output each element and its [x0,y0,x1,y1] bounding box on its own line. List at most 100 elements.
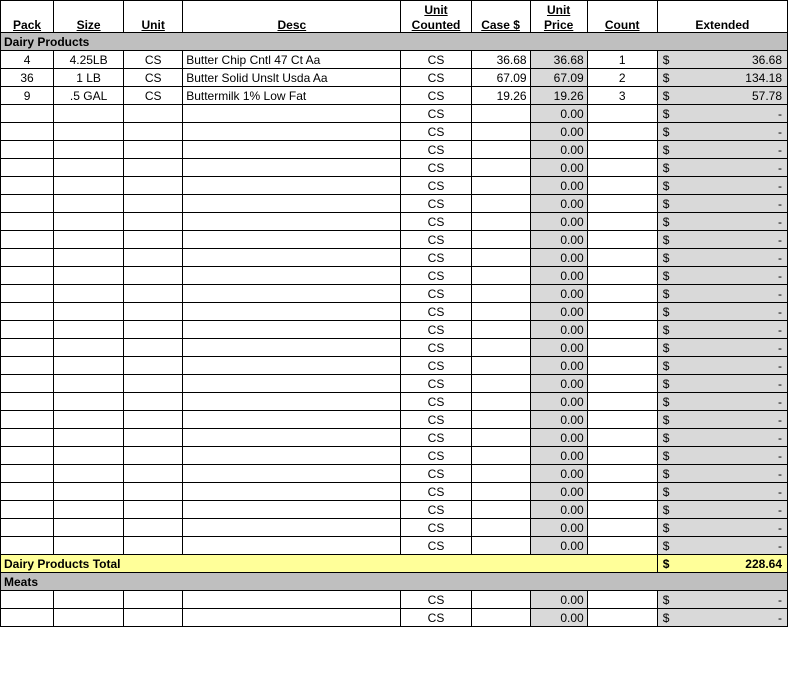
cell-count[interactable] [587,519,657,537]
cell-size[interactable] [54,285,124,303]
cell-pack[interactable] [1,105,54,123]
table-row[interactable]: 44.25LBCSButter Chip Cntl 47 Ct AaCS36.6… [1,51,788,69]
cell-desc[interactable] [183,285,401,303]
cell-pack[interactable] [1,429,54,447]
cell-count[interactable] [587,321,657,339]
cell-case[interactable] [471,105,530,123]
cell-unit[interactable] [124,591,183,609]
cell-size[interactable]: 4.25LB [54,51,124,69]
cell-case[interactable] [471,609,530,627]
cell-count[interactable] [587,177,657,195]
cell-unit[interactable] [124,339,183,357]
cell-desc[interactable]: Butter Chip Cntl 47 Ct Aa [183,51,401,69]
cell-case[interactable] [471,321,530,339]
cell-unit[interactable] [124,609,183,627]
cell-unit[interactable]: CS [124,87,183,105]
cell-desc[interactable] [183,393,401,411]
cell-unit-counted[interactable]: CS [401,231,471,249]
cell-desc[interactable] [183,339,401,357]
cell-pack[interactable] [1,231,54,249]
cell-unit-counted[interactable]: CS [401,609,471,627]
cell-case[interactable]: 19.26 [471,87,530,105]
cell-case[interactable] [471,195,530,213]
table-row[interactable]: CS0.00$- [1,447,788,465]
cell-desc[interactable] [183,231,401,249]
cell-desc[interactable] [183,375,401,393]
cell-pack[interactable] [1,519,54,537]
cell-unit[interactable] [124,213,183,231]
cell-unit-counted[interactable]: CS [401,591,471,609]
cell-pack[interactable] [1,501,54,519]
cell-size[interactable] [54,411,124,429]
cell-pack[interactable] [1,447,54,465]
cell-unit-counted[interactable]: CS [401,51,471,69]
cell-size[interactable] [54,393,124,411]
cell-pack[interactable] [1,465,54,483]
cell-desc[interactable] [183,609,401,627]
cell-count[interactable] [587,375,657,393]
cell-count[interactable] [587,285,657,303]
cell-unit[interactable]: CS [124,51,183,69]
cell-pack[interactable] [1,339,54,357]
cell-size[interactable] [54,177,124,195]
cell-size[interactable] [54,537,124,555]
cell-size[interactable] [54,447,124,465]
cell-pack[interactable] [1,267,54,285]
cell-unit-counted[interactable]: CS [401,411,471,429]
table-row[interactable]: CS0.00$- [1,213,788,231]
cell-pack[interactable] [1,591,54,609]
table-row[interactable]: CS0.00$- [1,267,788,285]
cell-desc[interactable] [183,321,401,339]
cell-unit[interactable] [124,519,183,537]
cell-case[interactable] [471,501,530,519]
cell-pack[interactable] [1,393,54,411]
cell-pack[interactable]: 9 [1,87,54,105]
cell-count[interactable] [587,447,657,465]
cell-count[interactable] [587,483,657,501]
table-row[interactable]: CS0.00$- [1,591,788,609]
cell-unit[interactable] [124,123,183,141]
table-row[interactable]: CS0.00$- [1,285,788,303]
cell-count[interactable] [587,609,657,627]
cell-size[interactable] [54,141,124,159]
cell-case[interactable] [471,375,530,393]
cell-count[interactable]: 3 [587,87,657,105]
cell-case[interactable] [471,123,530,141]
cell-unit[interactable] [124,321,183,339]
cell-case[interactable] [471,267,530,285]
cell-size[interactable] [54,213,124,231]
cell-case[interactable] [471,465,530,483]
cell-count[interactable] [587,105,657,123]
cell-unit[interactable] [124,249,183,267]
cell-unit-counted[interactable]: CS [401,501,471,519]
cell-size[interactable] [54,609,124,627]
table-row[interactable]: CS0.00$- [1,123,788,141]
cell-count[interactable] [587,339,657,357]
table-row[interactable]: CS0.00$- [1,321,788,339]
cell-unit-counted[interactable]: CS [401,249,471,267]
cell-size[interactable] [54,483,124,501]
cell-unit[interactable] [124,429,183,447]
cell-case[interactable] [471,483,530,501]
cell-desc[interactable] [183,447,401,465]
cell-pack[interactable] [1,285,54,303]
cell-unit[interactable] [124,195,183,213]
cell-size[interactable] [54,267,124,285]
cell-unit-counted[interactable]: CS [401,303,471,321]
table-row[interactable]: CS0.00$- [1,465,788,483]
cell-unit[interactable] [124,501,183,519]
cell-case[interactable] [471,249,530,267]
cell-desc[interactable] [183,213,401,231]
cell-desc[interactable] [183,123,401,141]
cell-pack[interactable] [1,357,54,375]
cell-unit-counted[interactable]: CS [401,159,471,177]
cell-count[interactable] [587,231,657,249]
cell-desc[interactable] [183,177,401,195]
table-row[interactable]: CS0.00$- [1,393,788,411]
cell-case[interactable] [471,285,530,303]
cell-unit-counted[interactable]: CS [401,321,471,339]
cell-size[interactable] [54,339,124,357]
cell-unit-counted[interactable]: CS [401,465,471,483]
cell-desc[interactable] [183,249,401,267]
table-row[interactable]: CS0.00$- [1,411,788,429]
